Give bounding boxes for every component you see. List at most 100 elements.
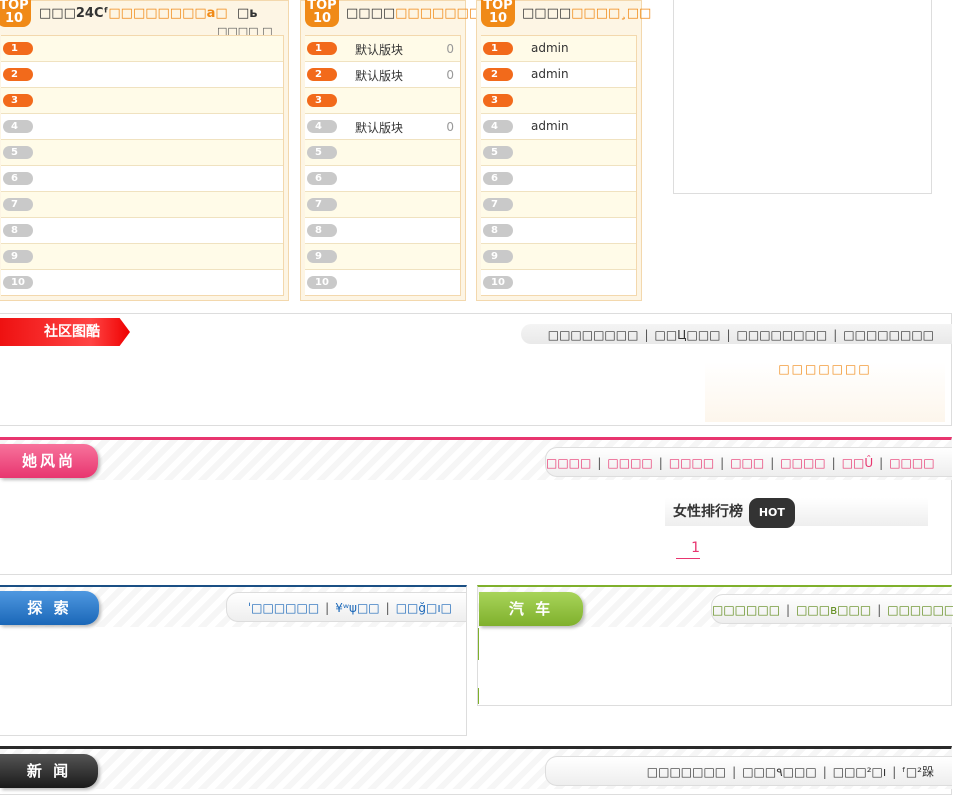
panel-title: □□□□□□□□¸□□ — [522, 6, 652, 21]
rank-row: 5 — [481, 140, 636, 166]
car-links: □□□□□□ | □□□в□□□ | □□□□□□□թբ — [711, 594, 953, 624]
rank-number: 9 — [483, 250, 513, 263]
rank-item-link[interactable]: admin — [531, 41, 569, 55]
rank-row[interactable]: 2 admin — [481, 62, 636, 88]
section-link[interactable]: □□□□□□□□ — [737, 328, 828, 342]
car-divider — [478, 688, 479, 704]
link-separator: | — [732, 765, 737, 779]
hot-badge: HOT — [748, 498, 795, 528]
section-link[interactable]: □□□□□□□□ — [843, 328, 934, 342]
panel-title-extra: □ь — [237, 6, 258, 21]
rank-row: 7 — [481, 192, 636, 218]
rank-count: 0 — [446, 68, 454, 82]
female-ranking-item[interactable]: 1 — [676, 540, 700, 559]
link-separator: | — [822, 765, 827, 779]
rank-item-link[interactable]: 默认版块 — [355, 67, 403, 84]
section-link[interactable]: □□□□ — [607, 456, 652, 470]
link-separator: | — [597, 456, 602, 470]
top10-panel-forums: TOP 10 □□□□□□□□□□□□□ 1 默认版块 0 2 默认版块 0 3 4 默认版块 0 5… — [300, 0, 506, 301]
panel-title: □□□24Cᶠ□□□□□□□□a□ — [39, 6, 228, 21]
rank-row[interactable]: 4 默认版块 0 — [305, 114, 460, 140]
section-link[interactable]: □□ğ□ı□ — [396, 601, 452, 615]
rank-number: 8 — [3, 224, 33, 237]
section-link[interactable]: □□□□□□□ — [647, 765, 726, 779]
rank-number: 4 — [3, 120, 33, 133]
rank-row: 6 — [481, 166, 636, 192]
news-tab[interactable]: 新 闻 — [0, 754, 98, 788]
top10-badge: TOP 10 — [481, 0, 515, 27]
rank-number: 4 — [307, 120, 337, 133]
rank-number: 8 — [307, 224, 337, 237]
rank-number: 8 — [483, 224, 513, 237]
rank-number: 4 — [483, 120, 513, 133]
rank-item-link[interactable]: admin — [531, 119, 569, 133]
section-link[interactable]: □□□²□ı — [833, 765, 887, 779]
section-link[interactable]: □□□□□□ — [712, 603, 780, 617]
section-link[interactable]: □□Û — [842, 456, 873, 470]
section-link[interactable]: ᶠ□²跺 — [902, 765, 934, 779]
link-separator: | — [720, 456, 725, 470]
rank-row[interactable]: 4 admin — [481, 114, 636, 140]
rank-list: 1 默认版块 0 2 默认版块 0 3 4 默认版块 0 5 6 7 8 9 10 — [305, 35, 461, 296]
explore-tab[interactable]: 探 索 — [0, 591, 99, 625]
rank-row[interactable]: 1 admin — [481, 36, 636, 62]
explore-links: ˈ□□□□□□ | ¥ʷψ□□ | □□ğ□ı□ — [226, 592, 466, 622]
rank-row: 10 — [481, 270, 636, 295]
link-separator: | — [644, 328, 649, 342]
link-separator: | — [786, 603, 791, 617]
top10-panel-users: TOP 10 □□□□□□□□¸□□ 1 admin 2 admin 3 4 admin 5 6 7… — [476, 0, 651, 301]
rank-number: 7 — [483, 198, 513, 211]
section-link[interactable]: □□Ц□□□ — [654, 328, 720, 342]
section-link[interactable]: ¥ʷψ□□ — [335, 601, 379, 615]
rank-number: 2 — [483, 68, 513, 81]
rank-row: 5 — [1, 140, 283, 166]
link-separator: | — [877, 603, 882, 617]
rank-row: 10 — [305, 270, 460, 295]
rank-item-link[interactable]: admin — [531, 67, 569, 81]
section-link[interactable]: ˈ□□□□□□ — [248, 601, 319, 615]
rank-row[interactable]: 1 默认版块 0 — [305, 36, 460, 62]
top10-panel-posts: TOP 10 □□□24Cᶠ□□□□□□□□a□ □ь □□□□ □ 123456… — [0, 0, 289, 301]
car-tab[interactable]: 汽 车 — [479, 592, 583, 626]
section-link[interactable]: □□□в□□□ — [796, 603, 871, 617]
rank-item-link[interactable]: 默认版块 — [355, 41, 403, 58]
top10-badge: TOP 10 — [305, 0, 339, 27]
top10-badge: TOP 10 — [0, 0, 31, 27]
car-divider — [478, 628, 479, 660]
community-center-text: □□□□□□□ — [705, 362, 945, 422]
section-link[interactable]: □□□٩□□□ — [742, 765, 816, 779]
rank-row: 9 — [1, 244, 283, 270]
section-link[interactable]: □□□□ — [546, 456, 591, 470]
rank-row: 3 — [481, 88, 636, 114]
section-link[interactable]: □□□□ — [780, 456, 825, 470]
section-link[interactable]: □□□□□□□թբ — [887, 603, 953, 617]
rank-number: 5 — [3, 146, 33, 159]
rank-number: 5 — [483, 146, 513, 159]
rank-row: 9 — [305, 244, 460, 270]
rank-row: 3 — [1, 88, 283, 114]
rank-row[interactable]: 2 默认版块 0 — [305, 62, 460, 88]
rank-row: 7 — [1, 192, 283, 218]
section-link[interactable]: □□□ — [730, 456, 764, 470]
rank-list: 1 2 3 4 5 6 7 8 9 10 — [1, 35, 284, 296]
section-link[interactable]: □□□□ — [669, 456, 714, 470]
link-separator: | — [833, 328, 838, 342]
rank-number: 3 — [307, 94, 337, 107]
community-banner: 社区图酷 — [0, 318, 130, 346]
section-link[interactable]: □□□□ — [889, 456, 934, 470]
fashion-tab[interactable]: 她风尚 — [0, 444, 98, 478]
link-separator: | — [658, 456, 663, 470]
rank-number: 9 — [3, 250, 33, 263]
rank-number: 9 — [307, 250, 337, 263]
rank-count: 0 — [446, 120, 454, 134]
rank-number: 10 — [307, 276, 337, 289]
section-link[interactable]: □□□□□□□□ — [548, 328, 639, 342]
rank-row: 2 — [1, 62, 283, 88]
rank-row: 10 — [1, 270, 283, 295]
rank-number: 5 — [307, 146, 337, 159]
rank-number: 7 — [307, 198, 337, 211]
rank-row: 9 — [481, 244, 636, 270]
rank-row: 6 — [305, 166, 460, 192]
rank-item-link[interactable]: 默认版块 — [355, 119, 403, 136]
rank-row: 7 — [305, 192, 460, 218]
